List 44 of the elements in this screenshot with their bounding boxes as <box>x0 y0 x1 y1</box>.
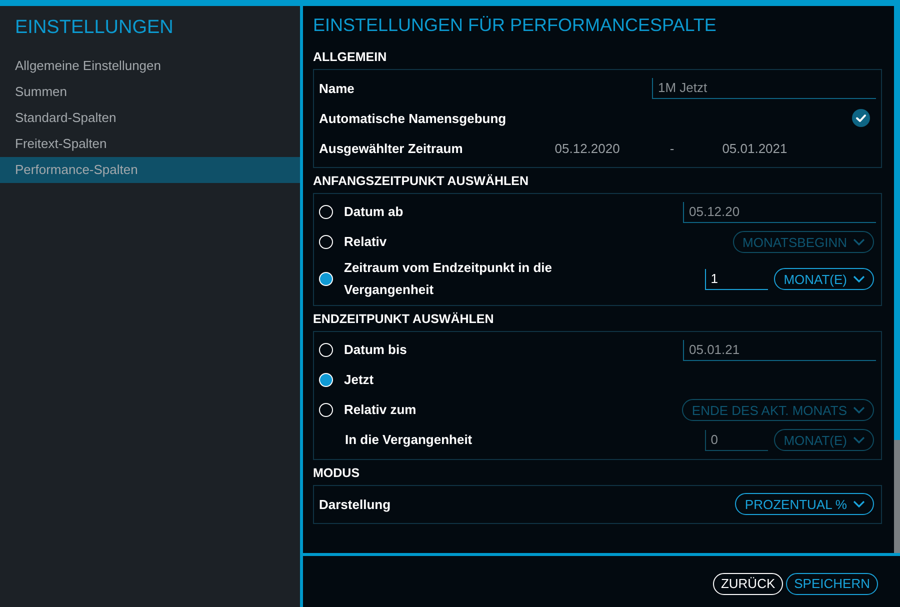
field-label: In die Vergangenheit <box>345 431 472 449</box>
section-heading: ALLGEMEIN <box>313 49 388 66</box>
sidebar-title: EINSTELLUNGEN <box>14 16 174 40</box>
dropdown[interactable]: PROZENTUAL % <box>734 493 874 515</box>
section-heading: MODUS <box>313 465 361 482</box>
date-to: 05.01.2021 <box>722 140 788 156</box>
number-field[interactable]: 1 <box>704 268 768 290</box>
sidebar-item[interactable]: Summen <box>0 79 300 105</box>
field-label: Automatische Namensgebung <box>319 110 506 126</box>
field-label: Datum bis <box>344 341 407 359</box>
radio-button[interactable] <box>319 205 333 219</box>
field-label: Ausgewählter Zeitraum <box>319 140 463 156</box>
field-label: Darstellung <box>319 496 391 512</box>
field-label: Zeitraum vom Endzeitpunkt in die Vergangenheit <box>344 259 554 299</box>
field-label: Datum ab <box>344 203 404 221</box>
field-label: Relativ zum <box>344 401 416 419</box>
range-separator: - <box>670 140 674 156</box>
caret-icon <box>853 436 865 444</box>
caret-icon <box>853 238 865 246</box>
sidebar-item[interactable]: Standard-Spalten <box>0 105 300 131</box>
sidebar-item[interactable]: Allgemeine Einstellungen <box>0 53 300 79</box>
caret-icon <box>853 500 865 508</box>
radio-button[interactable] <box>319 343 333 357</box>
radio-button[interactable] <box>319 373 333 387</box>
sidebar-item[interactable]: Freitext-Spalten <box>0 131 300 157</box>
sidebar-item[interactable]: Performance-Spalten <box>0 157 300 183</box>
panel-title: EINSTELLUNGEN FÜR PERFORMANCESPALTE <box>313 14 718 37</box>
save-button[interactable]: SPEICHERN <box>786 572 878 594</box>
field-label: Name <box>319 80 354 96</box>
caret-icon <box>853 406 865 414</box>
scrollbar[interactable] <box>894 6 900 553</box>
back-button[interactable]: ZURÜCK <box>712 572 784 594</box>
checkmark-icon[interactable] <box>852 109 870 127</box>
radio-button[interactable] <box>319 235 333 249</box>
section-heading: ANFANGSZEITPUNKT AUSWÄHLEN <box>313 173 530 190</box>
date-from: 05.12.2020 <box>554 140 620 156</box>
dropdown[interactable]: MONAT(E) <box>774 268 874 290</box>
caret-icon <box>853 275 865 283</box>
radio-button[interactable] <box>319 403 333 417</box>
field-label: Jetzt <box>344 371 374 389</box>
field-label: Relativ <box>344 233 387 251</box>
section-heading: ENDZEITPUNKT AUSWÄHLEN <box>313 311 495 328</box>
scrollbar-thumb[interactable] <box>894 6 900 440</box>
radio-button[interactable] <box>319 272 333 286</box>
